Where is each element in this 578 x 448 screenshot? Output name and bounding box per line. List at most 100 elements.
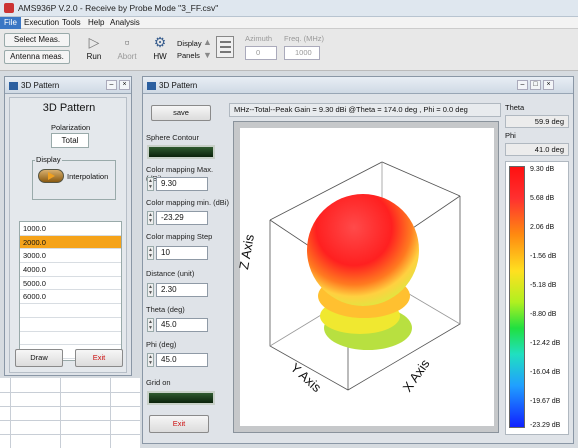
list-item[interactable]: 3000.0 [20, 249, 121, 264]
window-icon [147, 82, 156, 90]
left-3d-pattern-window: 3D Pattern – × 3D Pattern Polarization T… [4, 76, 132, 376]
polarization-select[interactable]: Total [51, 133, 89, 148]
left-panel-body: 3D Pattern Polarization Total Display In… [9, 97, 127, 373]
colorbar-label: -12.42 dB [530, 340, 561, 347]
menu-bar: File Execution Tools Help Analysis [0, 17, 578, 29]
background-grid [0, 378, 140, 448]
colorbar-label: 9.30 dB [530, 166, 555, 173]
list-item[interactable]: 5000.0 [20, 276, 121, 291]
display-label: Display [177, 39, 202, 48]
minimize-button[interactable]: – [106, 80, 117, 90]
grid-on-toggle[interactable] [147, 391, 215, 405]
run-button[interactable]: ▷ Run [80, 32, 108, 66]
distance-input[interactable]: 2.30 [156, 283, 208, 297]
plot-area[interactable]: Z Axis Y Axis X Axis [233, 121, 499, 433]
peak-gain-status: MHz--Total--Peak Gain = 9.30 dBi @Theta … [229, 103, 501, 117]
azimuth-label: Azimuth [245, 34, 273, 43]
cmap-min-spinner[interactable]: ▲ ▼ [147, 211, 154, 225]
theta-spinner[interactable]: ▲ ▼ [147, 318, 154, 332]
list-item-empty[interactable] [20, 304, 121, 318]
colorbar-label: -5.18 dB [530, 282, 557, 289]
radiation-pattern [307, 194, 419, 350]
panels-down-icon[interactable]: ▼ [203, 50, 212, 60]
frequency-list[interactable]: 1000.0 2000.0 3000.0 4000.0 5000.0 6000.… [19, 221, 122, 361]
phi-label: Phi (deg) [146, 340, 177, 349]
theta-readout-label: Theta [505, 103, 525, 112]
azimuth-field[interactable]: 0 [245, 46, 277, 60]
panel-heading: 3D Pattern [42, 102, 96, 114]
antenna-meas-button[interactable]: Antenna meas. [4, 50, 70, 64]
display-group-label: Display [35, 155, 62, 164]
app-title: AMS936P V.2.0 - Receive by Probe Mode "3… [18, 3, 219, 13]
phi-spinner[interactable]: ▲ ▼ [147, 353, 154, 367]
left-exit-button[interactable]: Exit [75, 349, 123, 367]
toolbar: Select Meas. Antenna meas. ▷ Run ▫ Abort… [0, 29, 578, 71]
minimize-button[interactable]: – [517, 80, 528, 90]
menu-execution[interactable]: Execution [20, 17, 63, 29]
left-window-title: 3D Pattern [21, 81, 60, 90]
list-item-empty[interactable] [20, 331, 121, 346]
colorbar-label: -8.80 dB [530, 311, 557, 318]
main-window-title: 3D Pattern [159, 81, 198, 90]
hw-button[interactable]: ⚙ HW [146, 32, 174, 66]
sphere-contour-toggle[interactable] [147, 145, 215, 159]
run-label: Run [86, 52, 102, 61]
main-exit-button[interactable]: Exit [149, 415, 209, 433]
menu-tools[interactable]: Tools [58, 17, 85, 29]
phi-input[interactable]: 45.0 [156, 353, 208, 367]
panels-layout-icon[interactable] [216, 36, 234, 58]
colorbar-label: -19.67 dB [530, 398, 561, 405]
draw-button[interactable]: Draw [15, 349, 63, 367]
select-meas-button[interactable]: Select Meas. [4, 33, 70, 47]
abort-button[interactable]: ▫ Abort [113, 32, 141, 66]
freq-field[interactable]: 1000 [284, 46, 320, 60]
list-item[interactable]: 1000.0 [20, 222, 121, 236]
interpolation-toggle[interactable] [38, 169, 64, 183]
cmap-min-input[interactable]: -23.29 [156, 211, 208, 225]
app-titlebar: AMS936P V.2.0 - Receive by Probe Mode "3… [0, 0, 578, 17]
list-item[interactable]: 6000.0 [20, 290, 121, 305]
panels-label: Panels [177, 51, 200, 60]
colorbar-label: 2.06 dB [530, 224, 555, 231]
distance-spinner[interactable]: ▲ ▼ [147, 283, 154, 297]
left-window-titlebar: 3D Pattern – × [5, 77, 131, 94]
main-3d-pattern-window: 3D Pattern – □ × save Sphere Contour Col… [142, 76, 574, 444]
menu-help[interactable]: Help [84, 17, 108, 29]
cmap-step-input[interactable]: 10 [156, 246, 208, 260]
theta-readout: 59.9 deg [505, 115, 569, 128]
interpolation-label: Interpolation [67, 172, 109, 181]
sphere-contour-label: Sphere Contour [146, 133, 199, 142]
theta-label: Theta (deg) [146, 305, 185, 314]
close-button[interactable]: × [119, 80, 130, 90]
freq-label: Freq. (MHz) [284, 34, 324, 43]
list-item-selected[interactable]: 2000.0 [20, 235, 121, 250]
colorbar [509, 166, 525, 428]
panels-up-icon[interactable]: ▲ [203, 37, 212, 47]
maximize-button[interactable]: □ [530, 80, 541, 90]
list-item[interactable]: 4000.0 [20, 263, 121, 277]
cmap-step-label: Color mapping Step [146, 232, 213, 241]
colorbar-label: 5.68 dB [530, 195, 555, 202]
cmap-max-input[interactable]: 9.30 [156, 177, 208, 191]
colorbar-label: -1.56 dB [530, 253, 557, 260]
cmap-min-label: Color mapping min. (dBi) [146, 198, 229, 207]
cmap-max-spinner[interactable]: ▲ ▼ [147, 177, 154, 191]
abort-label: Abort [117, 52, 137, 61]
theta-input[interactable]: 45.0 [156, 318, 208, 332]
menu-analysis[interactable]: Analysis [106, 17, 144, 29]
colorbar-labels: 9.30 dB 5.68 dB 2.06 dB -1.56 dB -5.18 d… [530, 166, 568, 430]
list-item-empty[interactable] [20, 317, 121, 332]
app-icon [4, 3, 14, 13]
phi-readout-label: Phi [505, 131, 516, 140]
control-column: save Sphere Contour Color mapping Max. (… [143, 95, 229, 443]
colorbar-label: -23.29 dB [530, 422, 561, 429]
hw-label: HW [153, 52, 167, 61]
save-button[interactable]: save [151, 105, 211, 121]
menu-file[interactable]: File [0, 17, 21, 29]
cmap-step-spinner[interactable]: ▲ ▼ [147, 246, 154, 260]
polarization-label: Polarization [51, 123, 91, 132]
close-button[interactable]: × [543, 80, 554, 90]
colorbar-panel: 9.30 dB 5.68 dB 2.06 dB -1.56 dB -5.18 d… [505, 161, 569, 435]
distance-label: Distance (unit) [146, 269, 195, 278]
stop-icon: ▫ [124, 34, 130, 50]
